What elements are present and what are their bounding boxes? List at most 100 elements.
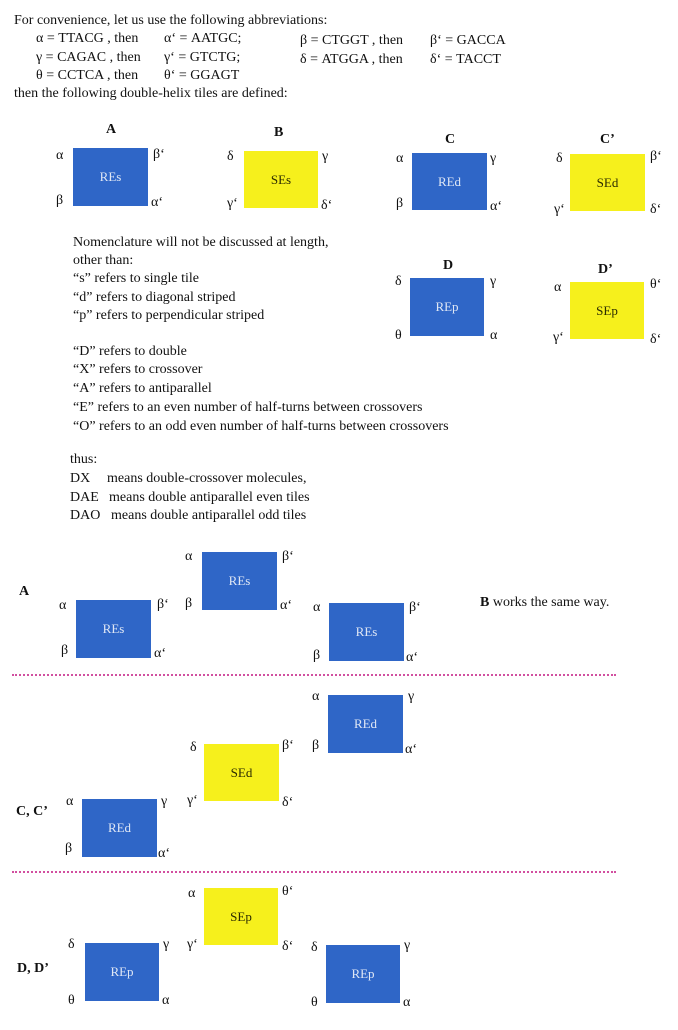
abbr-beta-comp: β‘ = GACCA (430, 33, 506, 48)
tile-label: α (403, 995, 411, 1010)
tile-dp-br: δ‘ (650, 332, 662, 347)
assembly-a-tile-2: REs (202, 552, 277, 610)
tile-label: α‘ (405, 742, 417, 757)
tiles-defined-text: then the following double-helix tiles ar… (14, 86, 288, 101)
abbr-alpha: α = TTACG , then (36, 31, 139, 46)
tile-dp-title: D’ (598, 262, 613, 277)
tile-a: REs (73, 148, 148, 206)
tile-dp-bl: γ‘ (553, 330, 564, 345)
tile-d-tr: γ (490, 274, 497, 289)
letter-def: “A” refers to antiparallel (73, 381, 212, 396)
tile-d-tl: δ (395, 274, 402, 289)
abbr-theta: θ = CCTCA , then (36, 68, 139, 83)
letter-def: “O” refers to an odd even number of half… (73, 419, 449, 434)
tile-label: α (313, 600, 321, 615)
tile-label: δ (311, 940, 318, 955)
tile-a-title: A (106, 122, 117, 137)
nomenclature-line: other than: (73, 253, 134, 268)
tile-label: γ (163, 937, 170, 952)
tile-label: γ‘ (187, 793, 198, 808)
tile-label: α (185, 549, 193, 564)
tile-label: α‘ (158, 846, 170, 861)
tile-cp-title: C’ (600, 132, 615, 147)
tile-label: α‘ (154, 646, 166, 661)
assembly-c-label: C, C’ (16, 804, 48, 819)
abbr-beta: β = CTGGT , then (300, 33, 404, 48)
meaning-text: means double antiparallel odd tiles (111, 508, 307, 523)
abbr-gamma: γ = CAGAC , then (36, 50, 141, 65)
tile-a-br: α‘ (151, 195, 163, 210)
abbr-gamma-comp: γ‘ = GTCTG; (164, 50, 241, 65)
assembly-a-note-text: works the same way. (489, 595, 610, 610)
tile-a-bl: β (56, 193, 64, 208)
tile-label: α (312, 689, 320, 704)
tile-d: REp (410, 278, 484, 336)
abbr-delta: δ = ATGGA , then (300, 52, 403, 67)
section-divider (12, 871, 616, 873)
tile-label: γ‘ (187, 937, 198, 952)
nomenclature-line: “d” refers to diagonal striped (73, 290, 236, 305)
abbr-theta-comp: θ‘ = GGAGT (164, 68, 240, 83)
abbr-alpha-comp: α‘ = AATGC; (164, 31, 242, 46)
tile-c-tr: γ (490, 151, 497, 166)
tile-cp-tl: δ (556, 151, 563, 166)
assembly-d-label: D, D’ (17, 961, 49, 976)
tile-label: β (185, 596, 193, 611)
tile-d-title: D (443, 258, 454, 273)
assembly-d-tile-sep: SEp (204, 888, 278, 945)
meaning-abbr: DAO (70, 508, 101, 523)
assembly-a-note-bold: B (480, 595, 490, 610)
tile-a-tl: α (56, 148, 64, 163)
tile-label: γ (161, 794, 168, 809)
meaning-abbr: DAE (70, 490, 99, 505)
tile-label: β‘ (157, 597, 169, 612)
assembly-d-tile-rep-right: REp (326, 945, 400, 1003)
tile-d-prime: SEp (570, 282, 644, 339)
tile-label: α‘ (406, 650, 418, 665)
tile-c-tl: α (396, 151, 404, 166)
tile-label: θ (68, 993, 75, 1008)
tile-b-tl: δ (227, 149, 234, 164)
meaning-abbr: DX (70, 471, 91, 486)
tile-dp-tl: α (554, 280, 562, 295)
assembly-c-tile-sed: SEd (204, 744, 279, 801)
tile-c-bl: β (396, 196, 404, 211)
meaning-text: means double antiparallel even tiles (109, 490, 310, 505)
tile-label: θ‘ (282, 884, 294, 899)
tile-label: δ‘ (282, 795, 294, 810)
tile-cp-bl: γ‘ (554, 202, 565, 217)
assembly-d-tile-rep-left: REp (85, 943, 159, 1001)
tile-c-title: C (445, 132, 456, 147)
tile-label: β (65, 841, 73, 856)
tile-dp-tr: θ‘ (650, 277, 662, 292)
nomenclature-line: Nomenclature will not be discussed at le… (73, 235, 329, 250)
assembly-a-label: A (19, 584, 30, 599)
tile-label: δ (190, 740, 197, 755)
tile-label: γ (408, 689, 415, 704)
meaning-text: means double-crossover molecules, (107, 471, 307, 486)
tile-label: δ‘ (282, 939, 294, 954)
tile-b-title: B (274, 125, 284, 140)
assembly-a-tile-1: REs (76, 600, 151, 658)
tile-label: β‘ (409, 600, 421, 615)
assembly-a-note: B works the same way. (480, 594, 609, 612)
abbr-delta-comp: δ‘ = TACCT (430, 52, 501, 67)
tile-label: δ (68, 937, 75, 952)
tile-label: θ (311, 995, 318, 1010)
tile-label: α (162, 993, 170, 1008)
letter-def: “E” refers to an even number of half-tur… (73, 400, 423, 415)
assembly-a-tile-3: REs (329, 603, 404, 661)
intro-heading: For convenience, let us use the followin… (14, 13, 328, 28)
tile-b-bl: γ‘ (227, 196, 238, 211)
tile-c-br: α‘ (490, 199, 502, 214)
tile-d-br: α (490, 328, 498, 343)
tile-label: α‘ (280, 598, 292, 613)
thus-label: thus: (70, 452, 98, 467)
tile-label: β (313, 648, 321, 663)
tile-cp-br: δ‘ (650, 202, 662, 217)
assembly-c-tile-red-bottom: REd (82, 799, 157, 857)
assembly-c-tile-red-top: REd (328, 695, 403, 753)
tile-label: α (66, 794, 74, 809)
tile-b-br: δ‘ (321, 198, 333, 213)
letter-def: “X” refers to crossover (73, 362, 203, 377)
